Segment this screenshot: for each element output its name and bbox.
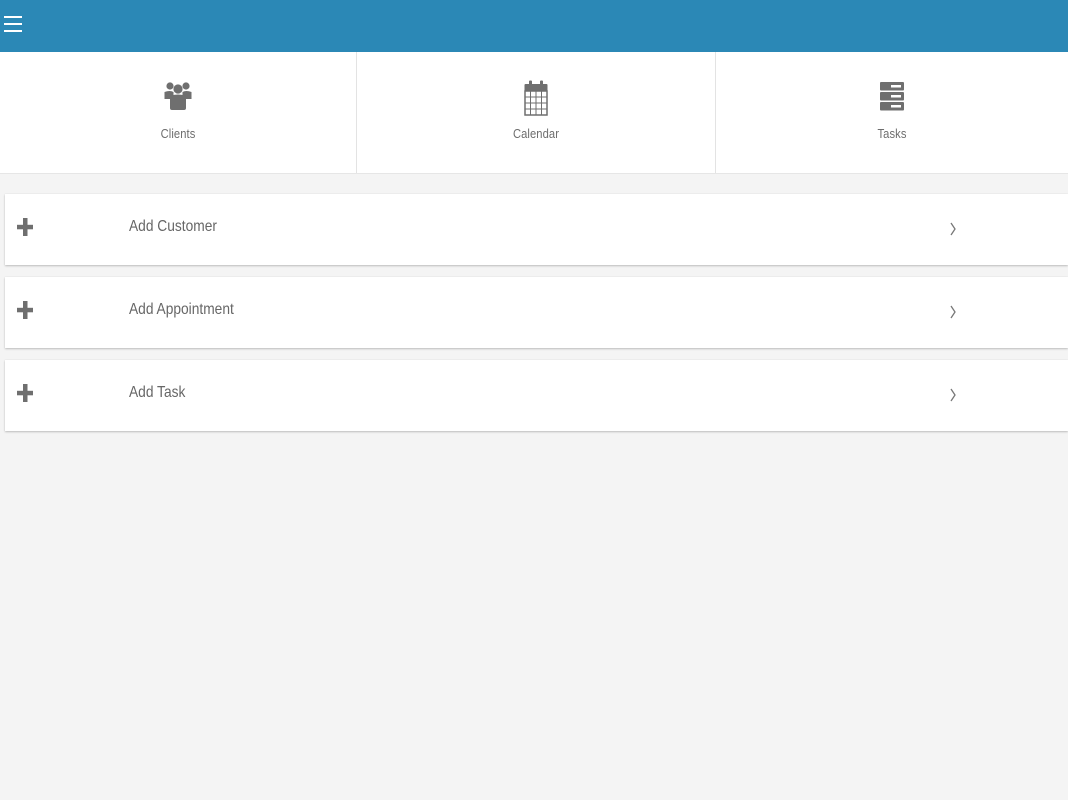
add-customer-label: Add Customer bbox=[129, 218, 217, 235]
shortcut-label-clients: Clients bbox=[160, 126, 196, 141]
plus-icon bbox=[17, 384, 33, 402]
plus-icon bbox=[17, 301, 33, 319]
users-icon bbox=[164, 80, 192, 118]
add-customer-button[interactable]: Add Customer bbox=[5, 194, 1068, 265]
plus-icon bbox=[17, 218, 33, 236]
shortcut-label-tasks: Tasks bbox=[877, 126, 907, 141]
shortcut-tasks[interactable]: Tasks bbox=[716, 52, 1068, 173]
shortcut-calendar[interactable]: Calendar bbox=[357, 52, 716, 173]
shortcut-clients[interactable]: Clients bbox=[0, 52, 357, 173]
chevron-right-icon bbox=[950, 388, 956, 402]
chevron-right-icon bbox=[950, 305, 956, 319]
add-appointment-label: Add Appointment bbox=[129, 301, 234, 318]
app-header bbox=[0, 0, 1068, 52]
hamburger-menu-icon[interactable] bbox=[4, 14, 24, 36]
shortcut-bar: Clients Calendar Tasks bbox=[0, 52, 1068, 174]
tasks-stack-icon bbox=[878, 80, 906, 118]
shortcut-label-calendar: Calendar bbox=[512, 126, 560, 141]
add-task-label: Add Task bbox=[129, 384, 186, 401]
app-root: Clients Calendar Tasks Add Customer Add … bbox=[0, 0, 1068, 800]
quick-actions-list: Add Customer Add Appointment Add Task bbox=[5, 194, 1068, 443]
add-appointment-button[interactable]: Add Appointment bbox=[5, 277, 1068, 348]
chevron-right-icon bbox=[950, 222, 956, 236]
add-task-button[interactable]: Add Task bbox=[5, 360, 1068, 431]
calendar-icon bbox=[522, 80, 550, 118]
